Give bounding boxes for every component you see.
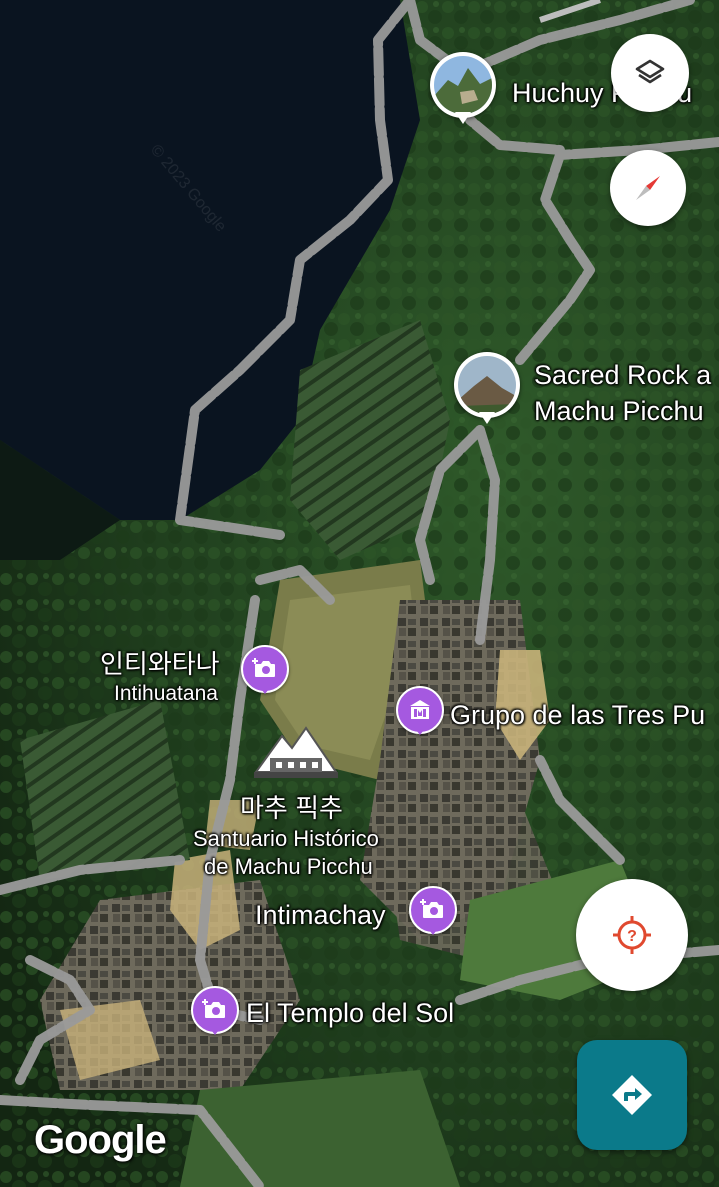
location-unknown-icon: ? xyxy=(613,916,651,954)
place-label-machu-picchu-korean[interactable]: 마추 픽추 xyxy=(240,788,343,825)
huchuy-picchu-photo-pin[interactable] xyxy=(430,52,502,130)
pin-tail xyxy=(208,1026,222,1035)
google-attribution-logo: Google xyxy=(34,1118,167,1162)
rock-photo-icon xyxy=(458,356,516,414)
intihuatana-photo-spot-pin[interactable] xyxy=(241,645,289,694)
place-label-intimachay[interactable]: Intimachay xyxy=(255,900,386,931)
pin-tail xyxy=(455,112,471,124)
templo-del-sol-photo-spot-pin[interactable] xyxy=(191,986,239,1035)
layers-button[interactable] xyxy=(611,34,689,112)
pin-tail xyxy=(258,685,272,694)
place-label-machu-picchu-line2[interactable]: de Machu Picchu xyxy=(204,854,373,880)
directions-icon xyxy=(612,1075,652,1115)
sacred-rock-photo-pin[interactable] xyxy=(454,352,526,430)
my-location-button[interactable]: ? xyxy=(576,879,688,991)
place-photo-thumbnail xyxy=(430,52,496,118)
place-label-tres-puertas[interactable]: Grupo de las Tres Pu xyxy=(450,700,705,731)
place-label-intihuatana[interactable]: Intihuatana xyxy=(114,682,218,706)
place-label-machu-picchu-line1[interactable]: Santuario Histórico xyxy=(193,826,379,852)
machu-picchu-landmark-icon[interactable] xyxy=(252,722,340,782)
place-label-templo-del-sol[interactable]: El Templo del Sol xyxy=(246,998,454,1029)
pin-tail xyxy=(413,726,427,735)
mountain-landmark-icon xyxy=(254,726,338,778)
pin-tail xyxy=(426,926,440,935)
svg-text:?: ? xyxy=(627,928,637,945)
place-label-intihuatana-korean[interactable]: 인티와타나 xyxy=(100,644,220,681)
compass-icon xyxy=(636,176,660,200)
place-label-sacred-rock-line2[interactable]: Machu Picchu xyxy=(534,396,704,427)
mountain-photo-icon xyxy=(434,56,492,114)
layers-icon xyxy=(635,59,665,84)
place-label-sacred-rock-line1[interactable]: Sacred Rock a xyxy=(534,360,711,391)
directions-button[interactable] xyxy=(577,1040,687,1150)
museum-icon xyxy=(410,700,430,719)
add-photo-camera-icon xyxy=(420,899,443,918)
place-photo-thumbnail xyxy=(454,352,520,418)
add-photo-camera-icon xyxy=(202,999,225,1018)
tres-puertas-museum-pin[interactable] xyxy=(396,686,444,735)
intimachay-photo-spot-pin[interactable] xyxy=(409,886,457,935)
pin-tail xyxy=(479,412,495,424)
add-photo-camera-icon xyxy=(252,658,275,677)
compass-button[interactable] xyxy=(610,150,686,226)
